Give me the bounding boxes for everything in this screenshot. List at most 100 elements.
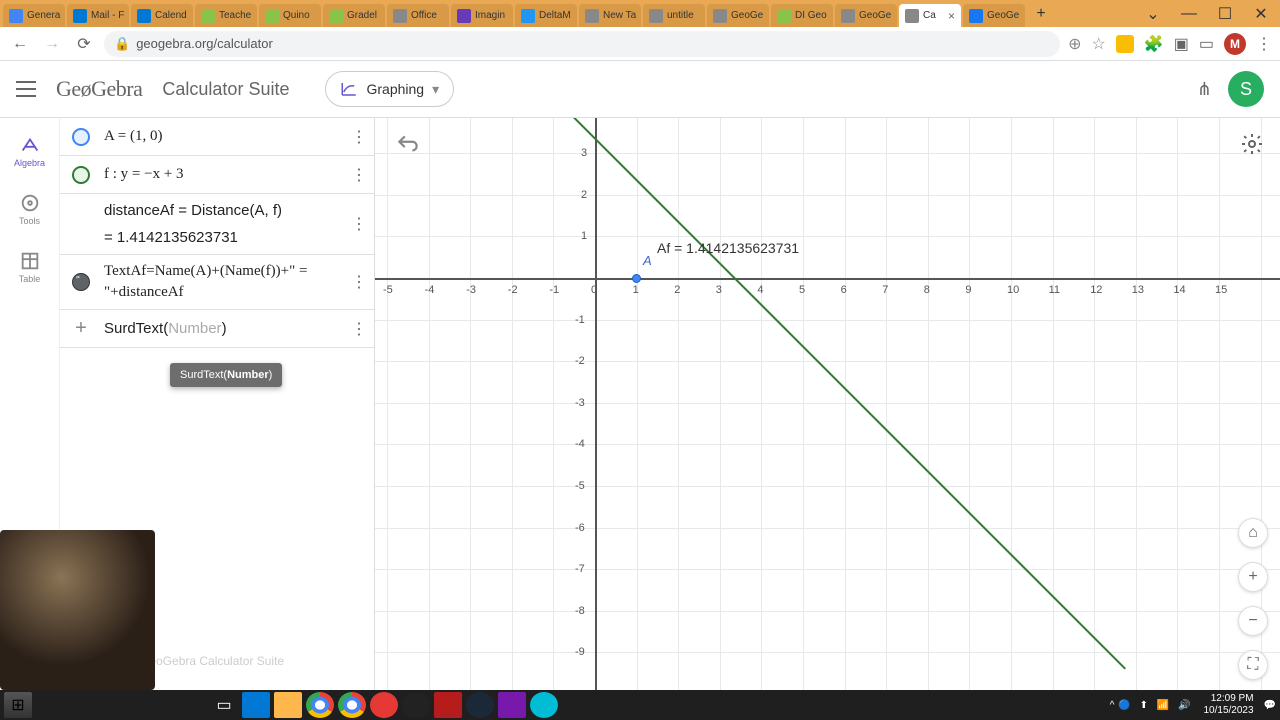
chrome-icon-2[interactable] <box>338 692 366 718</box>
undo-button[interactable] <box>395 132 421 158</box>
share-icon[interactable]: ⋔ <box>1197 79 1212 100</box>
row-menu-icon[interactable]: ⋮ <box>348 319 370 339</box>
x-tick-label: -4 <box>425 284 435 296</box>
side-panel-icon[interactable]: ▣ <box>1174 34 1189 54</box>
rail-tools[interactable]: Tools <box>19 192 41 226</box>
expr-distance[interactable]: distanceAf = Distance(A, f) <box>104 200 348 221</box>
close-window-button[interactable]: ✕ <box>1244 2 1278 25</box>
algebra-row-text[interactable]: TextAf=Name(A)+(Name(f))+" = "+distanceA… <box>60 255 374 310</box>
settings-button[interactable] <box>1240 132 1264 156</box>
x-tick-label: 6 <box>841 284 847 296</box>
forward-button[interactable]: → <box>40 32 64 56</box>
profile-avatar[interactable]: M <box>1224 33 1246 55</box>
row-menu-icon[interactable]: ⋮ <box>348 272 370 292</box>
browser-tab[interactable]: Ca× <box>899 4 961 27</box>
chrome-dropdown[interactable]: ⌄ <box>1136 2 1170 25</box>
back-button[interactable]: ← <box>8 32 32 56</box>
input-surdtext[interactable]: SurdText(Number) <box>104 318 348 340</box>
add-row-icon[interactable]: + <box>72 317 90 340</box>
expr-a[interactable]: A = (1, 0) <box>104 126 348 147</box>
graphing-canvas[interactable]: -5-4-3-2-10123456789101112131415 123-1-2… <box>375 118 1280 720</box>
home-view-button[interactable]: ⌂ <box>1238 518 1268 548</box>
obs-icon[interactable] <box>402 692 430 718</box>
fullscreen-button[interactable]: ⛶ <box>1238 650 1268 680</box>
algebra-row-input[interactable]: + SurdText(Number) ⋮ <box>60 310 374 348</box>
menu-button[interactable] <box>16 81 36 97</box>
tray-icons[interactable]: 🔵 ⬆ 📶 🔊 <box>1118 700 1193 711</box>
new-tab-button[interactable]: + <box>1030 3 1052 25</box>
app-icon[interactable] <box>530 692 558 718</box>
x-tick-label: 2 <box>674 284 680 296</box>
explorer-icon[interactable] <box>274 692 302 718</box>
expr-text[interactable]: TextAf=Name(A)+(Name(f))+" = "+distanceA… <box>104 261 348 303</box>
x-tick-label: 13 <box>1132 284 1144 296</box>
y-tick-label: -9 <box>575 646 585 658</box>
chrome-menu-icon[interactable]: ⋮ <box>1256 34 1272 54</box>
y-axis <box>595 118 597 720</box>
browser-tab[interactable]: DeltaM <box>515 4 577 27</box>
mode-label: Graphing <box>366 81 424 97</box>
task-view-icon[interactable]: ▭ <box>210 692 238 718</box>
browser-tab[interactable]: GeoGe <box>963 4 1025 27</box>
rail-algebra[interactable]: Algebra <box>14 134 45 168</box>
expr-f[interactable]: f : y = −x + 3 <box>104 164 348 185</box>
chrome-canary-icon[interactable] <box>370 692 398 718</box>
browser-tab[interactable]: Genera <box>3 4 65 27</box>
zoom-in-button[interactable]: + <box>1238 562 1268 592</box>
x-tick-label: 11 <box>1049 284 1060 296</box>
acrobat-icon[interactable] <box>434 692 462 718</box>
browser-tab[interactable]: Teache <box>195 4 257 27</box>
grid <box>375 118 1280 720</box>
minimize-button[interactable]: — <box>1172 2 1206 25</box>
browser-tab[interactable]: New Ta <box>579 4 641 27</box>
browser-tab[interactable]: untitle <box>643 4 705 27</box>
row-menu-icon[interactable]: ⋮ <box>348 214 370 234</box>
user-avatar[interactable]: S <box>1228 71 1264 107</box>
reading-list-icon[interactable]: ▭ <box>1199 34 1214 54</box>
start-button[interactable]: ⊞ <box>4 692 32 718</box>
reload-button[interactable]: ⟳ <box>72 32 96 56</box>
mode-selector[interactable]: Graphing ▾ <box>325 71 454 107</box>
tray-chevron-icon[interactable]: ^ <box>1110 700 1115 711</box>
steam-icon[interactable] <box>466 692 494 718</box>
algebra-row-point[interactable]: A = (1, 0) ⋮ <box>60 118 374 156</box>
rail-table[interactable]: Table <box>19 250 41 284</box>
point-a[interactable] <box>632 274 641 283</box>
browser-tab[interactable]: Imagin <box>451 4 513 27</box>
maximize-button[interactable]: ☐ <box>1208 2 1242 25</box>
extension-icon-1[interactable] <box>1116 35 1134 53</box>
zoom-out-button[interactable]: − <box>1238 606 1268 636</box>
browser-tab[interactable]: Quino <box>259 4 321 27</box>
algebra-row-distance[interactable]: distanceAf = Distance(A, f) = 1.41421356… <box>60 194 374 255</box>
onenote-icon[interactable] <box>498 692 526 718</box>
extensions-icon[interactable]: 🧩 <box>1144 34 1164 54</box>
y-tick-label: -8 <box>575 605 585 617</box>
bookmark-icon[interactable]: ☆ <box>1091 34 1105 54</box>
browser-tab[interactable]: GeoGe <box>707 4 769 27</box>
suite-title: Calculator Suite <box>162 79 289 100</box>
notifications-icon[interactable]: 💬 <box>1264 700 1276 711</box>
app-header: GeøGebra Calculator Suite Graphing ▾ ⋔ S <box>0 61 1280 118</box>
chrome-icon[interactable] <box>306 692 334 718</box>
autocomplete-suggestion[interactable]: SurdText(Number) <box>170 363 282 387</box>
algebra-icon <box>19 134 41 156</box>
browser-tab[interactable]: DI Geo <box>771 4 833 27</box>
algebra-row-function[interactable]: f : y = −x + 3 ⋮ <box>60 156 374 194</box>
system-clock[interactable]: 12:09 PM 10/15/2023 <box>1197 693 1259 717</box>
browser-tab[interactable]: Office <box>387 4 449 27</box>
browser-tab[interactable]: GeoGe <box>835 4 897 27</box>
browser-tab[interactable]: Gradel <box>323 4 385 27</box>
visibility-toggle-text[interactable] <box>72 273 90 291</box>
distance-text-label[interactable]: Af = 1.4142135623731 <box>657 240 799 256</box>
visibility-toggle-a[interactable] <box>72 128 90 146</box>
row-menu-icon[interactable]: ⋮ <box>348 165 370 185</box>
url-input[interactable]: 🔒 geogebra.org/calculator <box>104 31 1060 57</box>
visibility-toggle-f[interactable] <box>72 166 90 184</box>
browser-tab[interactable]: Mail - F <box>67 4 129 27</box>
chevron-down-icon: ▾ <box>432 81 439 98</box>
mail-app-icon[interactable] <box>242 692 270 718</box>
row-menu-icon[interactable]: ⋮ <box>348 127 370 147</box>
install-icon[interactable]: ⊕ <box>1068 34 1081 54</box>
x-tick-label: -3 <box>466 284 476 296</box>
browser-tab[interactable]: Calend <box>131 4 193 27</box>
